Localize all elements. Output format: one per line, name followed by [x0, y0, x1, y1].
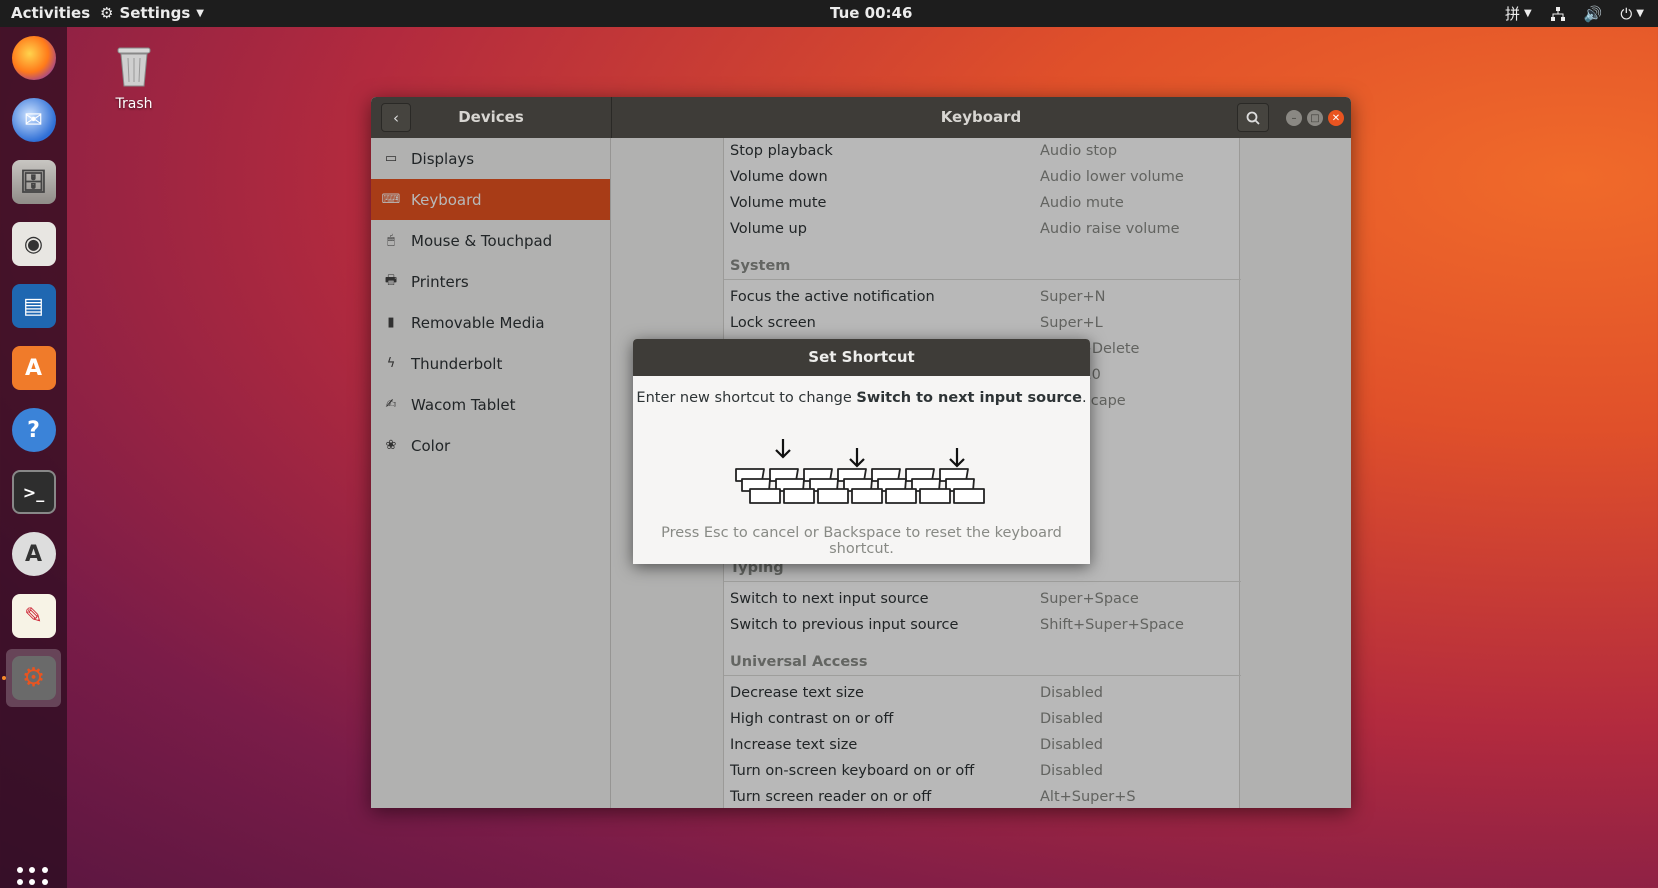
writer-icon: ▤: [11, 284, 56, 328]
dock-firefox[interactable]: [6, 29, 61, 87]
input-method-indicator[interactable]: 拼 ▼: [1505, 3, 1532, 24]
maximize-icon: □: [1310, 112, 1320, 124]
thunderbird-icon: ✉: [11, 98, 56, 142]
chevron-down-icon: ▼: [196, 7, 204, 19]
clock[interactable]: Tue 00:46: [830, 4, 912, 22]
search-button[interactable]: [1237, 103, 1269, 132]
gear-icon: ⚙: [100, 4, 114, 22]
trash-icon: [117, 47, 151, 87]
sidebar-title: Devices: [458, 108, 524, 126]
software-updater-icon: A: [11, 532, 56, 576]
dialog-message: Enter new shortcut to change Switch to n…: [633, 390, 1090, 406]
keyboard-illustration-icon: [735, 439, 985, 504]
maximize-button[interactable]: □: [1307, 110, 1323, 126]
set-shortcut-dialog: Set Shortcut Enter new shortcut to chang…: [633, 339, 1090, 564]
trash-desktop-icon[interactable]: Trash: [104, 44, 164, 112]
app-menu-label: Settings: [119, 4, 191, 22]
help-icon: ?: [11, 408, 56, 452]
dialog-title: Set Shortcut: [633, 339, 1090, 376]
top-bar: Activities ⚙ Settings ▼ Tue 00:46 拼 ▼ 🔊 ⏻…: [0, 0, 1658, 27]
power-menu[interactable]: ⏻ ▼: [1620, 5, 1644, 23]
system-tray: 拼 ▼ 🔊 ⏻ ▼: [1505, 3, 1644, 24]
files-icon: 🗄: [11, 160, 56, 204]
volume-icon[interactable]: 🔊: [1584, 5, 1603, 23]
text-editor-icon: ✎: [11, 594, 56, 638]
input-method-icon: 拼: [1505, 5, 1521, 23]
dialog-message-target: Switch to next input source: [856, 390, 1082, 406]
settings-icon: ⚙: [11, 656, 56, 700]
dialog-message-suffix: .: [1081, 390, 1087, 406]
close-button[interactable]: ✕: [1328, 110, 1344, 126]
close-icon: ✕: [1331, 112, 1341, 124]
app-menu-button[interactable]: ⚙ Settings ▼: [100, 4, 204, 22]
rhythmbox-icon: ◉: [11, 222, 56, 266]
dock-writer[interactable]: ▤: [6, 277, 61, 335]
search-icon: [1246, 111, 1260, 125]
activities-button[interactable]: Activities: [11, 4, 90, 22]
show-applications-button[interactable]: [17, 867, 49, 888]
dialog-message-prefix: Enter new shortcut to change: [636, 390, 857, 406]
dock-text-editor[interactable]: ✎: [6, 587, 61, 645]
dock-thunderbird[interactable]: ✉: [6, 91, 61, 149]
terminal-icon: >_: [11, 470, 56, 514]
chevron-down-icon: ▼: [1636, 8, 1644, 19]
dock-settings[interactable]: ⚙: [6, 649, 61, 707]
minimize-icon: –: [1291, 112, 1297, 124]
firefox-icon: [11, 36, 56, 80]
dock: ✉ 🗄 ◉ ▤ A ? >_ A ✎ ⚙: [0, 27, 67, 888]
minimize-button[interactable]: –: [1286, 110, 1302, 126]
dock-help[interactable]: ?: [6, 401, 61, 459]
trash-label: Trash: [115, 96, 153, 112]
dock-terminal[interactable]: >_: [6, 463, 61, 521]
network-icon[interactable]: [1550, 6, 1566, 22]
power-icon: ⏻: [1620, 4, 1633, 23]
dialog-hint: Press Esc to cancel or Backspace to rese…: [661, 525, 1062, 557]
dock-files[interactable]: 🗄: [6, 153, 61, 211]
dock-rhythmbox[interactable]: ◉: [6, 215, 61, 273]
software-icon: A: [11, 346, 56, 390]
dock-updater[interactable]: A: [6, 525, 61, 583]
window-headerbar: ‹ Devices Keyboard – □ ✕: [371, 97, 1351, 138]
running-indicator: [2, 676, 6, 680]
chevron-down-icon: ▼: [1524, 8, 1532, 19]
dock-software[interactable]: A: [6, 339, 61, 397]
